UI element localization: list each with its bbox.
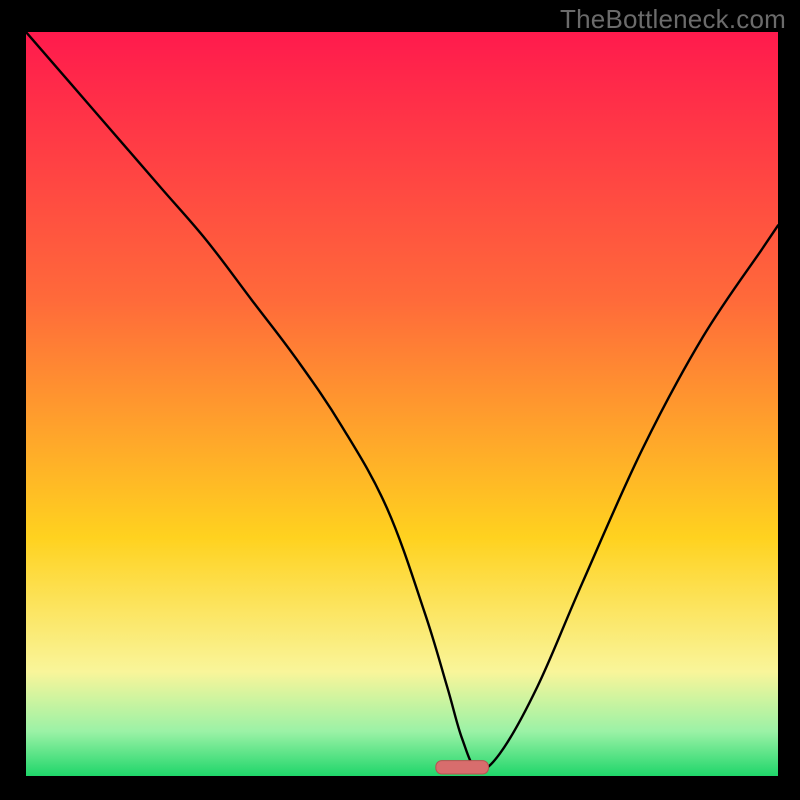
chart-svg [26,32,778,776]
watermark-label: TheBottleneck.com [560,4,786,35]
optimum-marker [436,761,489,774]
chart-frame: TheBottleneck.com [0,0,800,800]
plot-area [26,32,778,776]
